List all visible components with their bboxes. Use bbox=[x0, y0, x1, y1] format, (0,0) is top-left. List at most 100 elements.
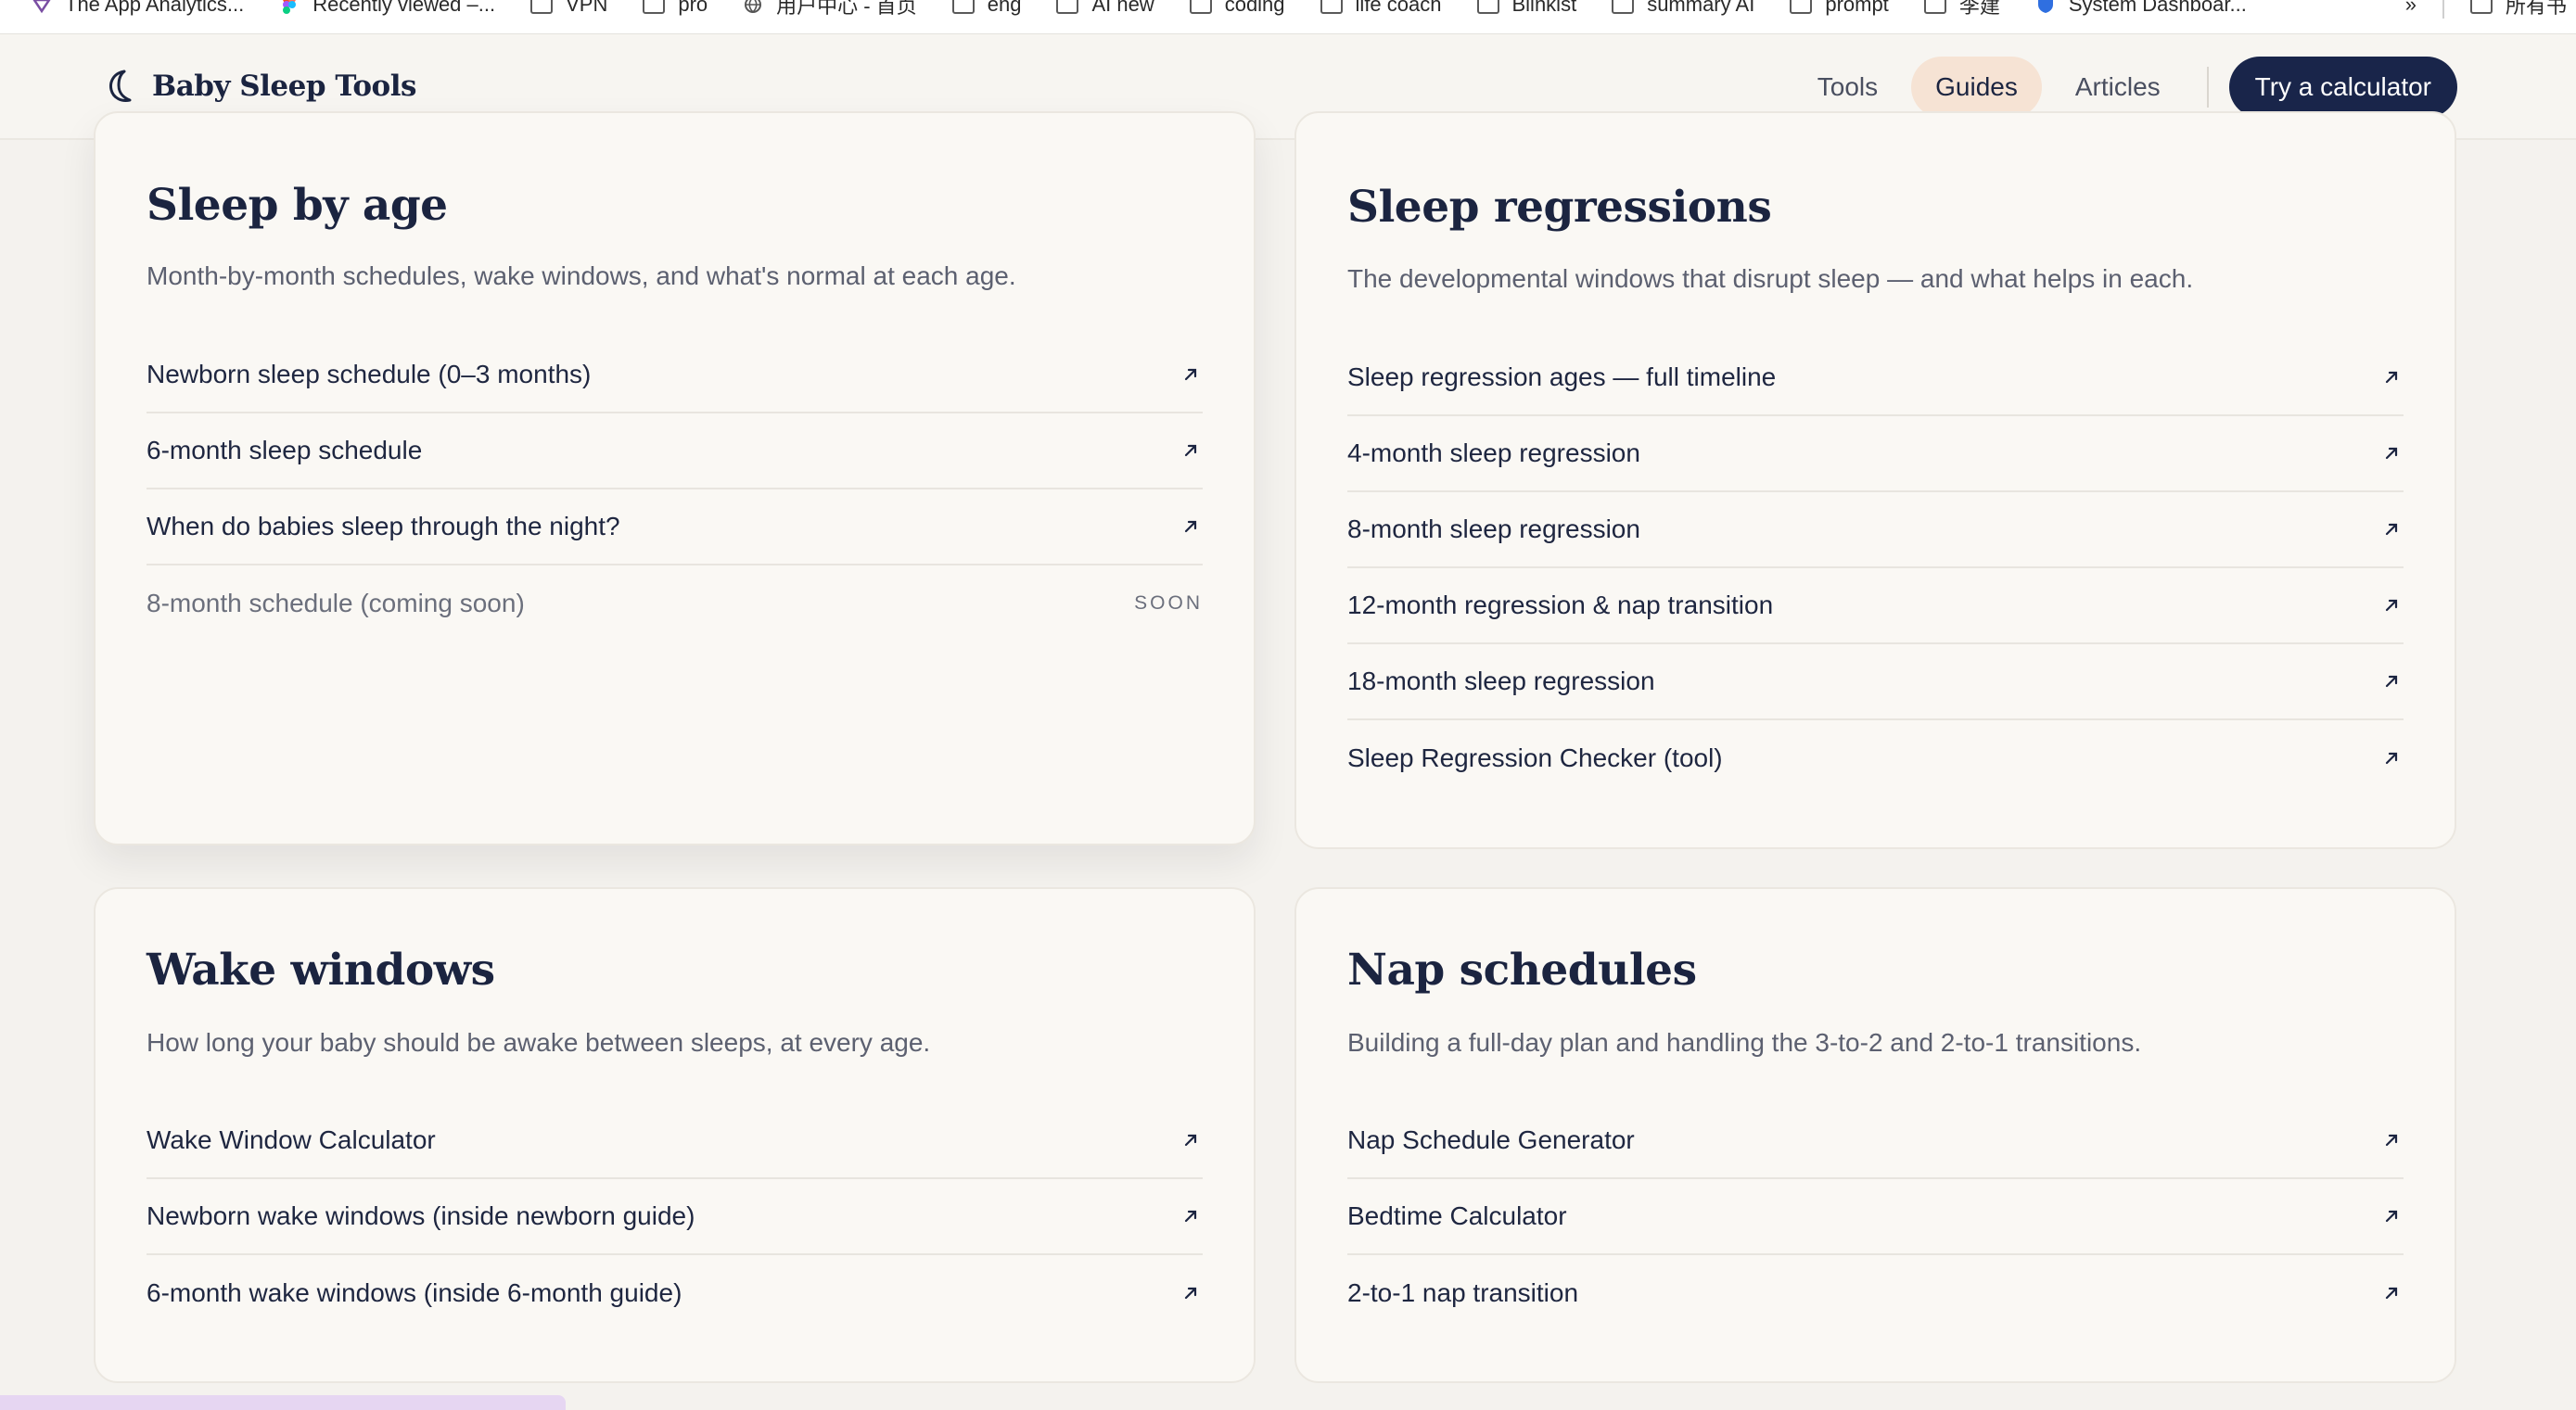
bookmark-folder[interactable]: summary AI bbox=[1612, 0, 1754, 17]
guide-link-label: 18-month sleep regression bbox=[1347, 667, 1655, 695]
guide-link[interactable]: 18-month sleep regression bbox=[1347, 644, 2404, 720]
card-link-list: Wake Window Calculator Newborn wake wind… bbox=[147, 1103, 1203, 1331]
guide-link-label: Sleep Regression Checker (tool) bbox=[1347, 743, 1723, 772]
divider bbox=[2442, 0, 2444, 19]
nav-guides[interactable]: Guides bbox=[1911, 57, 2042, 118]
bookmark-label: eng bbox=[987, 0, 1022, 16]
guide-link[interactable]: 12-month regression & nap transition bbox=[1347, 568, 2404, 644]
brand-name: Baby Sleep Tools bbox=[152, 70, 416, 103]
card-title: Wake windows bbox=[147, 945, 495, 996]
guide-link[interactable]: Sleep regression ages — full timeline bbox=[1347, 340, 2404, 416]
folder-icon bbox=[1476, 0, 1499, 14]
guide-link[interactable]: Sleep Regression Checker (tool) bbox=[1347, 720, 2404, 796]
guide-link-label: Newborn sleep schedule (0–3 months) bbox=[147, 360, 592, 388]
folder-icon bbox=[1189, 0, 1212, 14]
guide-link-label: 12-month regression & nap transition bbox=[1347, 591, 1774, 619]
guide-link-label: Wake Window Calculator bbox=[147, 1125, 436, 1154]
bookmark-item[interactable]: The App Analytics... bbox=[32, 0, 244, 17]
main-nav: Tools Guides Articles Try a calculator bbox=[1793, 57, 2457, 118]
guide-link[interactable]: 8-month sleep regression bbox=[1347, 492, 2404, 568]
globe-icon bbox=[743, 0, 763, 15]
guide-link[interactable]: Nap Schedule Generator bbox=[1347, 1103, 2404, 1179]
bookmark-folder[interactable]: coding bbox=[1189, 0, 1285, 17]
brand-logo-link[interactable]: Baby Sleep Tools bbox=[102, 68, 416, 105]
bookmark-item[interactable]: 用户中心 - 首页 bbox=[743, 0, 917, 19]
guide-link-label: 6-month wake windows (inside 6-month gui… bbox=[147, 1278, 682, 1307]
all-bookmarks-button[interactable]: 所有书 bbox=[2469, 0, 2567, 19]
arrow-up-right-icon bbox=[1184, 1287, 1197, 1300]
bookmark-label: coding bbox=[1224, 0, 1285, 16]
bookmark-folder[interactable]: eng bbox=[951, 0, 1022, 17]
moon-icon bbox=[102, 68, 135, 105]
guide-link-coming-soon: 8-month schedule (coming soon) SOON bbox=[147, 565, 1203, 641]
arrow-up-right-icon bbox=[1184, 444, 1197, 457]
bookmark-label: summary AI bbox=[1647, 0, 1755, 16]
arrow-up-right-icon bbox=[2385, 1134, 2398, 1147]
bookmark-label: 用户中心 - 首页 bbox=[776, 0, 917, 18]
bookmark-label: prompt bbox=[1825, 0, 1889, 16]
card-title: Nap schedules bbox=[1347, 945, 1697, 996]
soon-badge: SOON bbox=[1134, 592, 1203, 614]
bookmark-folder[interactable]: VPN bbox=[530, 0, 607, 17]
guide-link-label: Newborn wake windows (inside newborn gui… bbox=[147, 1201, 695, 1230]
bookmark-folder[interactable]: AI new bbox=[1056, 0, 1154, 17]
arrow-up-right-icon bbox=[2385, 675, 2398, 688]
folder-icon bbox=[643, 0, 666, 14]
nav-articles[interactable]: Articles bbox=[2051, 57, 2185, 118]
card-sleep-by-age: Sleep by age Month-by-month schedules, w… bbox=[94, 111, 1256, 845]
guide-link[interactable]: 4-month sleep regression bbox=[1347, 416, 2404, 492]
arrow-up-right-icon bbox=[2385, 371, 2398, 384]
bookmark-item[interactable]: System Dashboar... bbox=[2035, 0, 2247, 17]
bookmarks-overflow-button[interactable]: » bbox=[2405, 0, 2417, 17]
bookmark-label: VPN bbox=[566, 0, 608, 16]
bookmark-item[interactable]: Recently viewed –... bbox=[279, 0, 495, 17]
guide-link-label: 4-month sleep regression bbox=[1347, 438, 1640, 467]
card-description: Month-by-month schedules, wake windows, … bbox=[147, 261, 1016, 290]
guide-link-label: 8-month schedule (coming soon) bbox=[147, 589, 525, 617]
arrow-up-right-icon bbox=[2385, 1210, 2398, 1223]
bookmark-folder[interactable]: 李建 bbox=[1923, 0, 2000, 19]
guide-link[interactable]: Newborn sleep schedule (0–3 months) bbox=[147, 337, 1203, 413]
bookmarks-list: The App Analytics... Recently viewed –..… bbox=[32, 0, 2247, 23]
bookmark-label: AI new bbox=[1091, 0, 1154, 16]
arrow-up-right-icon bbox=[2385, 523, 2398, 536]
arrow-up-right-icon bbox=[1184, 1210, 1197, 1223]
bookmark-folder[interactable]: prompt bbox=[1790, 0, 1889, 17]
bookmark-label: pro bbox=[678, 0, 708, 16]
arrow-up-right-icon bbox=[2385, 1287, 2398, 1300]
guide-link[interactable]: 2-to-1 nap transition bbox=[1347, 1255, 2404, 1331]
card-wake-windows: Wake windows How long your baby should b… bbox=[94, 887, 1256, 1383]
folder-icon bbox=[530, 0, 554, 14]
try-calculator-button[interactable]: Try a calculator bbox=[2228, 57, 2457, 118]
guide-link-label: Nap Schedule Generator bbox=[1347, 1125, 1635, 1154]
guide-link[interactable]: 6-month wake windows (inside 6-month gui… bbox=[147, 1255, 1203, 1331]
bookmark-folder[interactable]: life coach bbox=[1320, 0, 1442, 17]
card-description: The developmental windows that disrupt s… bbox=[1347, 264, 2194, 293]
arrow-up-right-icon bbox=[2385, 599, 2398, 612]
bookmark-label: Blinkist bbox=[1511, 0, 1577, 16]
folder-icon bbox=[1056, 0, 1079, 14]
guide-link[interactable]: Newborn wake windows (inside newborn gui… bbox=[147, 1179, 1203, 1255]
bookmark-label: System Dashboar... bbox=[2068, 0, 2247, 16]
card-link-list: Sleep regression ages — full timeline 4-… bbox=[1347, 340, 2404, 796]
shield-icon bbox=[2035, 0, 2056, 15]
guide-link[interactable]: 6-month sleep schedule bbox=[147, 413, 1203, 489]
bookmark-label: Recently viewed –... bbox=[312, 0, 496, 16]
guide-link-label: Bedtime Calculator bbox=[1347, 1201, 1567, 1230]
card-description: How long your baby should be awake betwe… bbox=[147, 1028, 931, 1057]
arrow-up-right-icon bbox=[1184, 368, 1197, 381]
guide-link[interactable]: Wake Window Calculator bbox=[147, 1103, 1203, 1179]
card-link-list: Nap Schedule Generator Bedtime Calculato… bbox=[1347, 1103, 2404, 1331]
bookmark-label: 李建 bbox=[1958, 0, 2000, 18]
nav-tools[interactable]: Tools bbox=[1793, 57, 1902, 118]
bookmark-folder[interactable]: pro bbox=[643, 0, 708, 17]
folder-icon bbox=[1612, 0, 1635, 14]
guide-link[interactable]: When do babies sleep through the night? bbox=[147, 489, 1203, 565]
arrow-up-right-icon bbox=[1184, 520, 1197, 533]
folder-icon bbox=[1790, 0, 1813, 14]
bookmarks-overflow-area: » 所有书 bbox=[2405, 0, 2576, 23]
guide-link-label: 8-month sleep regression bbox=[1347, 514, 1640, 543]
card-sleep-regressions: Sleep regressions The developmental wind… bbox=[1294, 111, 2456, 849]
bookmark-folder[interactable]: Blinkist bbox=[1476, 0, 1577, 17]
guide-link[interactable]: Bedtime Calculator bbox=[1347, 1179, 2404, 1255]
